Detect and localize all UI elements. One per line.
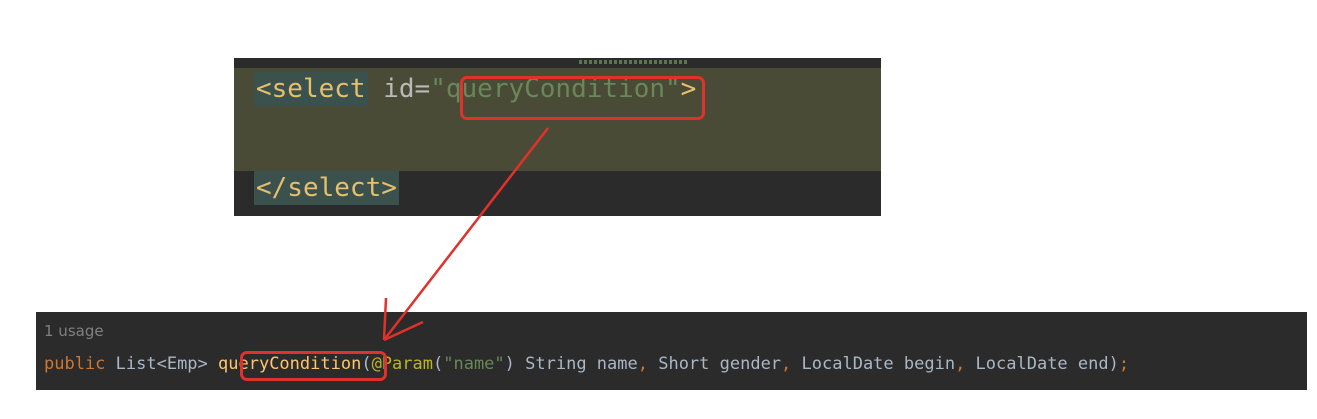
mapping-arrow [382,127,549,342]
arrow-shaft [383,127,549,341]
arrow-head-left [382,297,388,341]
